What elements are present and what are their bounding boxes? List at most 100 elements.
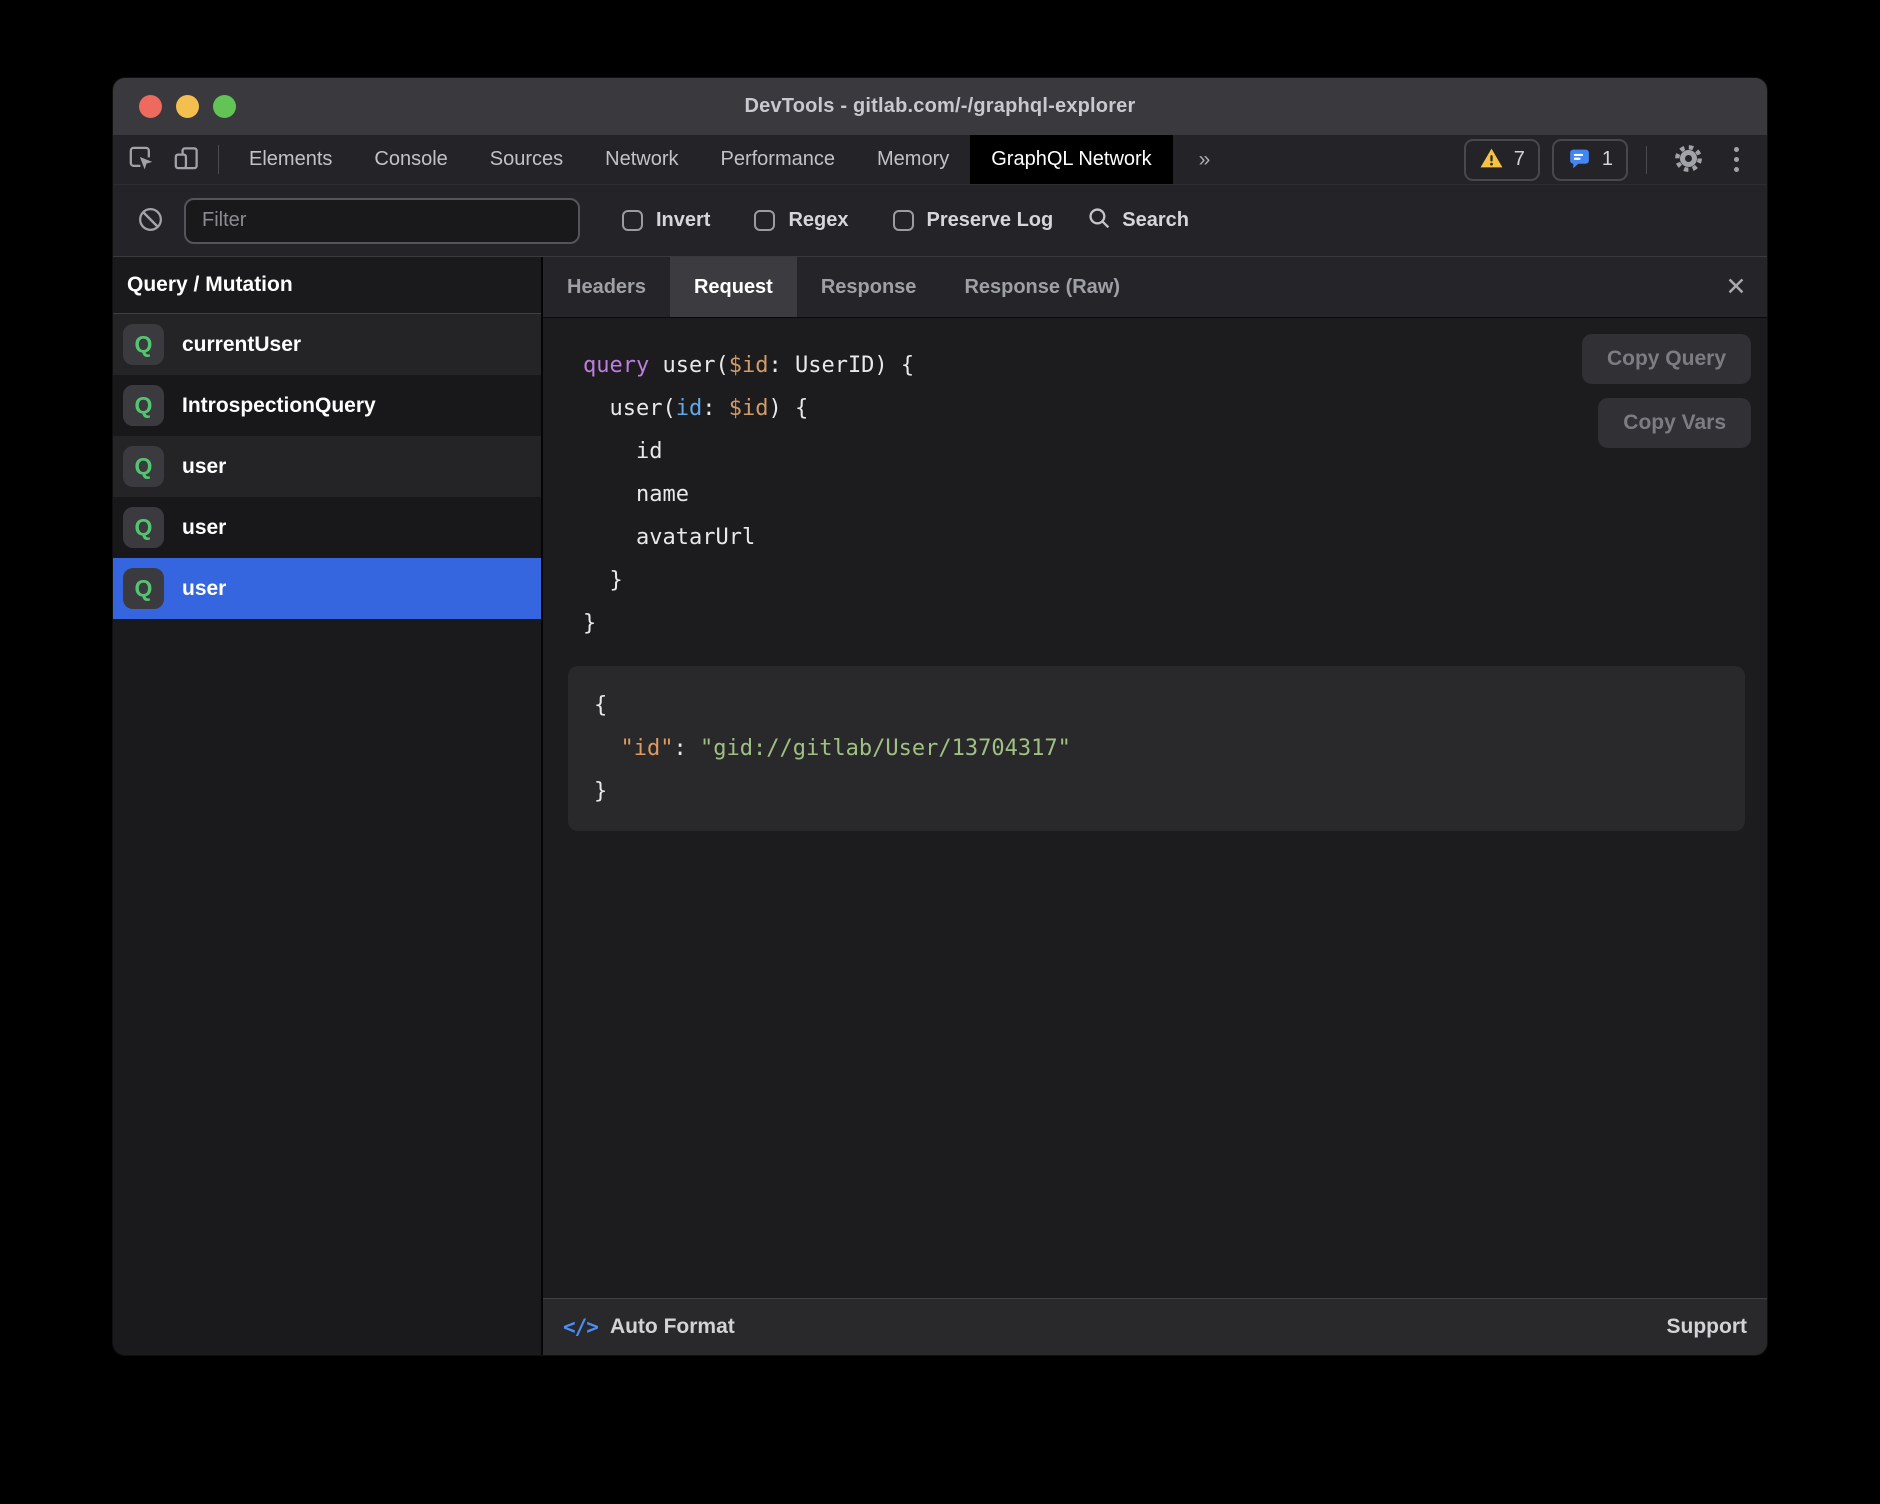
code-token: } bbox=[583, 611, 596, 636]
gear-icon bbox=[1673, 143, 1704, 177]
checkbox-box[interactable] bbox=[893, 210, 914, 231]
code-line: name bbox=[583, 473, 1767, 516]
warning-triangle-icon bbox=[1479, 146, 1504, 174]
warning-count: 7 bbox=[1514, 148, 1525, 171]
checkbox-label: Preserve Log bbox=[927, 209, 1054, 232]
checkbox-preserve-log[interactable]: Preserve Log bbox=[893, 209, 1054, 232]
auto-format-button[interactable]: </> Auto Format bbox=[563, 1315, 735, 1339]
code-token: user( bbox=[649, 353, 728, 378]
inspect-element-button[interactable] bbox=[119, 135, 164, 184]
tab-graphql-network[interactable]: GraphQL Network bbox=[970, 135, 1172, 184]
traffic-lights bbox=[139, 78, 236, 135]
request-row-user[interactable]: Quser bbox=[113, 436, 541, 497]
copy-vars-button[interactable]: Copy Vars bbox=[1598, 398, 1751, 448]
query-type-badge: Q bbox=[123, 324, 164, 365]
code-token: avatarUrl bbox=[583, 525, 755, 550]
code-token: } bbox=[594, 779, 607, 804]
code-token: { bbox=[594, 693, 607, 718]
device-toolbar-button[interactable] bbox=[164, 135, 209, 184]
checkbox-regex[interactable]: Regex bbox=[754, 209, 848, 232]
zoom-window-button[interactable] bbox=[213, 95, 236, 118]
request-label: user bbox=[182, 455, 226, 479]
request-list: QcurrentUserQIntrospectionQueryQuserQuse… bbox=[113, 314, 541, 619]
tab-memory[interactable]: Memory bbox=[856, 135, 970, 184]
checkbox-box[interactable] bbox=[622, 210, 643, 231]
request-row-user[interactable]: Quser bbox=[113, 558, 541, 619]
device-toolbar-icon bbox=[173, 145, 200, 175]
copy-query-button[interactable]: Copy Query bbox=[1582, 334, 1751, 384]
issue-count: 1 bbox=[1602, 148, 1613, 171]
detail-tab-request[interactable]: Request bbox=[670, 257, 797, 317]
query-type-badge: Q bbox=[123, 507, 164, 548]
copy-buttons: Copy Query Copy Vars bbox=[1582, 334, 1751, 448]
code-token: name bbox=[583, 482, 689, 507]
main-tab-strip: ElementsConsoleSourcesNetworkPerformance… bbox=[228, 135, 1173, 184]
sidebar-header: Query / Mutation bbox=[113, 257, 541, 314]
request-row-currentuser[interactable]: QcurrentUser bbox=[113, 314, 541, 375]
detail-tabs: HeadersRequestResponseResponse (Raw) bbox=[543, 257, 1144, 317]
code-token: : UserID) { bbox=[768, 353, 914, 378]
search-label: Search bbox=[1122, 209, 1189, 232]
request-row-introspectionquery[interactable]: Q IntrospectionQuery bbox=[113, 375, 541, 436]
close-detail-button[interactable]: ✕ bbox=[1705, 257, 1767, 317]
code-token: query bbox=[583, 353, 649, 378]
block-icon bbox=[137, 206, 164, 236]
more-tabs-button[interactable]: » bbox=[1173, 135, 1237, 184]
code-token: id bbox=[583, 439, 662, 464]
tab-elements[interactable]: Elements bbox=[228, 135, 353, 184]
request-label: user bbox=[182, 577, 226, 601]
inspect-cursor-icon bbox=[128, 145, 155, 175]
request-tab-content: Copy Query Copy Vars query user($id: Use… bbox=[543, 318, 1767, 1298]
tab-console[interactable]: Console bbox=[353, 135, 468, 184]
minimize-window-button[interactable] bbox=[176, 95, 199, 118]
filter-input[interactable] bbox=[184, 198, 580, 244]
clear-requests-button[interactable] bbox=[137, 206, 164, 236]
checkbox-label: Regex bbox=[788, 209, 848, 232]
kebab-menu-icon bbox=[1734, 147, 1739, 172]
tab-network[interactable]: Network bbox=[584, 135, 699, 184]
detail-tab-headers[interactable]: Headers bbox=[543, 257, 670, 317]
settings-button[interactable] bbox=[1665, 139, 1712, 181]
detail-tab-response-raw[interactable]: Response (Raw) bbox=[940, 257, 1144, 317]
main-toolbar: ElementsConsoleSourcesNetworkPerformance… bbox=[113, 135, 1767, 185]
support-label: Support bbox=[1667, 1315, 1747, 1338]
close-icon: ✕ bbox=[1726, 272, 1747, 302]
code-line: } bbox=[594, 770, 1719, 813]
search-toggle[interactable]: Search bbox=[1087, 206, 1189, 236]
filter-checkbox-strip: Invert Regex Preserve Log bbox=[622, 209, 1053, 232]
toolbar-divider bbox=[218, 145, 219, 174]
code-token: ) { bbox=[768, 396, 808, 421]
code-line: } bbox=[583, 602, 1767, 645]
close-window-button[interactable] bbox=[139, 95, 162, 118]
query-type-badge: Q bbox=[123, 568, 164, 609]
code-token: : bbox=[673, 736, 700, 761]
toolbar-right: 7 1 bbox=[1464, 135, 1767, 184]
search-icon bbox=[1087, 206, 1112, 236]
tab-sources[interactable]: Sources bbox=[469, 135, 584, 184]
request-label: currentUser bbox=[182, 333, 301, 357]
query-type-badge: Q bbox=[123, 446, 164, 487]
query-type-badge: Q bbox=[123, 385, 164, 426]
detail-footer: </> Auto Format Support bbox=[543, 1298, 1767, 1355]
code-line: } bbox=[583, 559, 1767, 602]
filter-bar: Invert Regex Preserve Log Search bbox=[113, 185, 1767, 257]
toolbar-divider bbox=[1646, 146, 1647, 174]
code-token: } bbox=[583, 568, 623, 593]
request-label: IntrospectionQuery bbox=[182, 394, 376, 418]
code-brackets-icon: </> bbox=[563, 1315, 598, 1339]
devtools-window: DevTools - gitlab.com/-/graphql-explorer bbox=[113, 78, 1767, 1355]
titlebar[interactable]: DevTools - gitlab.com/-/graphql-explorer bbox=[113, 78, 1767, 135]
checkbox-box[interactable] bbox=[754, 210, 775, 231]
support-link[interactable]: Support bbox=[1667, 1315, 1747, 1339]
tab-performance[interactable]: Performance bbox=[700, 135, 857, 184]
detail-tab-response[interactable]: Response bbox=[797, 257, 941, 317]
auto-format-label: Auto Format bbox=[610, 1315, 735, 1339]
issues-badge[interactable]: 1 bbox=[1552, 139, 1628, 181]
code-line: { bbox=[594, 684, 1719, 727]
request-row-user[interactable]: Quser bbox=[113, 497, 541, 558]
code-token: user( bbox=[583, 396, 676, 421]
checkbox-label: Invert bbox=[656, 209, 710, 232]
checkbox-invert[interactable]: Invert bbox=[622, 209, 710, 232]
devtools-menu-button[interactable] bbox=[1724, 143, 1749, 176]
warnings-badge[interactable]: 7 bbox=[1464, 139, 1540, 181]
